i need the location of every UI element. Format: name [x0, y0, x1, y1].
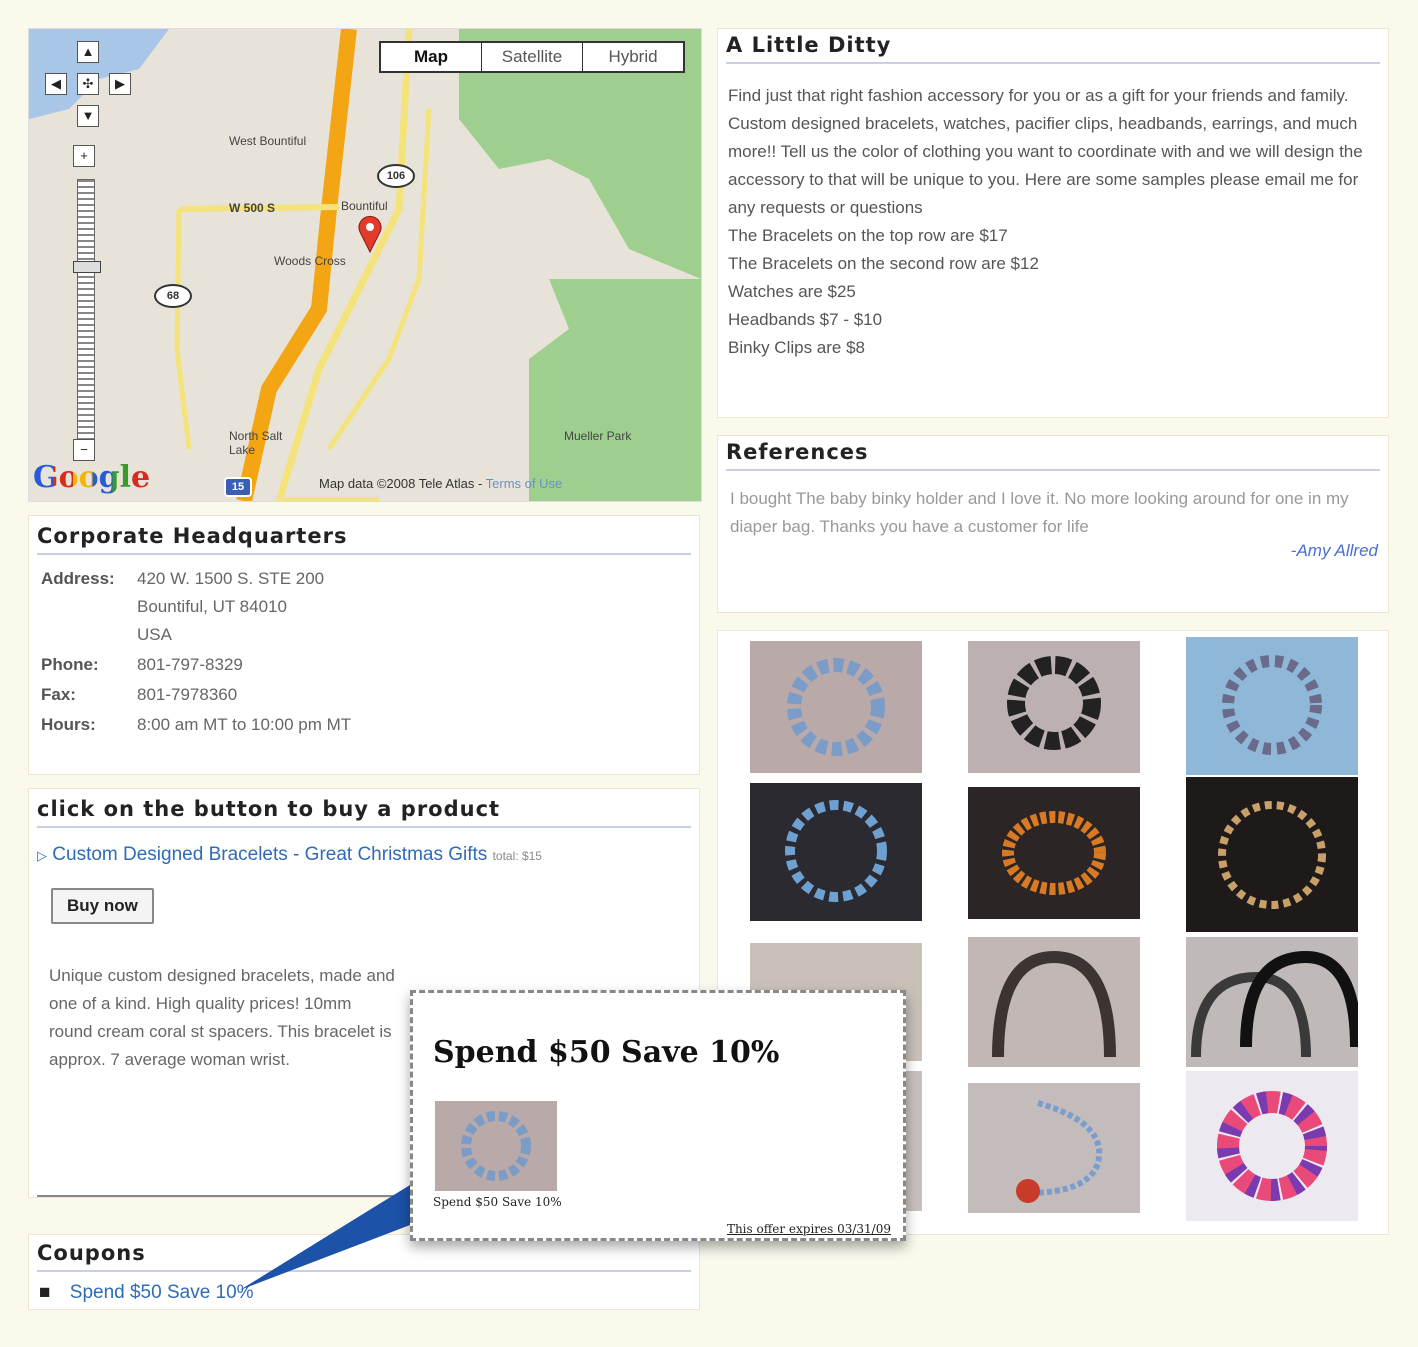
coupon-popup[interactable]: Spend $50 Save 10% Spend $50 Save 10% Th…	[410, 990, 906, 1241]
coupons-title: Coupons	[37, 1241, 691, 1272]
map-label: W 500 S	[229, 201, 276, 215]
location-marker-icon[interactable]	[357, 214, 383, 254]
bracelet-image[interactable]	[1186, 777, 1358, 932]
coupon-list-item: ■ Spend $50 Save 10%	[29, 1272, 699, 1304]
phone-value: 801-797-8329	[137, 655, 243, 674]
price-item: The Bracelets on the top row are $17	[728, 226, 1008, 245]
pan-down-icon[interactable]: ▼	[77, 105, 99, 127]
price-item: Headbands $7 - $10	[728, 310, 883, 329]
map-type-map[interactable]: Map	[381, 43, 481, 71]
product-row: ▷ Custom Designed Bracelets - Great Chri…	[29, 828, 699, 866]
bracelet-image[interactable]	[1186, 637, 1358, 775]
map-type-hybrid[interactable]: Hybrid	[582, 43, 683, 71]
coupons-panel: Coupons ■ Spend $50 Save 10%	[28, 1234, 700, 1310]
interstate-shield: 15	[224, 477, 252, 497]
address-line: 420 W. 1500 S. STE 200	[137, 569, 325, 588]
price-item: The Bracelets on the second row are $12	[728, 254, 1039, 273]
google-logo: Google	[33, 460, 151, 495]
headquarters-title: Corporate Headquarters	[37, 524, 691, 555]
address-line: USA	[137, 625, 172, 644]
hours-row: Hours: 8:00 am MT to 10:00 pm MT	[41, 715, 699, 735]
fax-value: 801-7978360	[137, 685, 238, 704]
pan-left-icon[interactable]: ◀	[45, 73, 67, 95]
ditty-text: Find just that right fashion accessory f…	[728, 86, 1363, 217]
buy-now-button[interactable]: Buy now	[51, 888, 154, 924]
product-link[interactable]: Custom Designed Bracelets - Great Christ…	[52, 844, 487, 865]
map-data-credit: Map data ©2008 Tele Atlas	[319, 476, 475, 491]
map-label: North Salt Lake	[229, 429, 283, 457]
reference-author: -Amy Allred	[1290, 541, 1378, 560]
references-title: References	[726, 440, 1380, 471]
map-type-selector[interactable]: Map Satellite Hybrid	[379, 41, 685, 73]
reference-quote: I bought The baby binky holder and I lov…	[730, 489, 1349, 536]
product-total: total: $15	[492, 849, 542, 863]
address-label: Address:	[41, 569, 115, 588]
location-map[interactable]: Map Satellite Hybrid ▲ ◀ ✣ ▶ ▼ + − West …	[28, 28, 702, 502]
map-label: Mueller Park	[564, 429, 632, 443]
coupon-caption: Spend $50 Save 10%	[433, 1195, 562, 1209]
pan-up-icon[interactable]: ▲	[77, 41, 99, 63]
buy-title: click on the button to buy a product	[37, 797, 691, 828]
coupon-expiry: This offer expires 03/31/09	[726, 1222, 891, 1236]
ditty-title: A Little Ditty	[726, 33, 1380, 64]
ditty-panel: A Little Ditty Find just that right fash…	[717, 28, 1389, 418]
address-line: Bountiful, UT 84010	[137, 597, 287, 616]
address-row: Address: 420 W. 1500 S. STE 200 Bountifu…	[41, 569, 699, 645]
price-item: Binky Clips are $8	[728, 338, 866, 357]
map-attribution: Map data ©2008 Tele Atlas - Terms of Use	[319, 476, 563, 491]
map-label: West Bountiful	[229, 134, 307, 148]
coupon-headline: Spend $50 Save 10%	[433, 1035, 780, 1070]
zoom-slider-handle[interactable]	[73, 261, 101, 273]
phone-row: Phone: 801-797-8329	[41, 655, 699, 675]
coupon-link[interactable]: Spend $50 Save 10%	[70, 1282, 254, 1303]
headband-image[interactable]	[1186, 937, 1358, 1067]
bracelet-image[interactable]	[750, 783, 922, 921]
price-list: The Bracelets on the top row are $17 The…	[718, 222, 1388, 362]
price-item: Watches are $25	[728, 282, 856, 301]
pan-right-icon[interactable]: ▶	[109, 73, 131, 95]
map-type-satellite[interactable]: Satellite	[481, 43, 582, 71]
coupon-image	[435, 1101, 557, 1191]
fax-label: Fax:	[41, 685, 76, 704]
bullet-icon: ■	[39, 1282, 51, 1303]
bracelet-image[interactable]	[750, 641, 922, 773]
binky-clip-image[interactable]	[968, 1083, 1140, 1213]
bracelet-image[interactable]	[968, 641, 1140, 773]
pan-center-icon[interactable]: ✣	[77, 73, 99, 95]
hours-value: 8:00 am MT to 10:00 pm MT	[137, 715, 352, 734]
phone-label: Phone:	[41, 655, 99, 674]
references-panel: References I bought The baby binky holde…	[717, 435, 1389, 613]
zoom-out-icon[interactable]: −	[73, 439, 95, 461]
hours-label: Hours:	[41, 715, 96, 734]
map-label: Bountiful	[341, 199, 388, 213]
zoom-in-icon[interactable]: +	[73, 145, 95, 167]
link-arrow-icon: ▷	[37, 848, 47, 863]
terms-of-use-link[interactable]: Terms of Use	[486, 476, 563, 491]
bracelet-image[interactable]	[1186, 1071, 1358, 1221]
headquarters-panel: Corporate Headquarters Address: 420 W. 1…	[28, 515, 700, 775]
highway-shield: 68	[154, 284, 192, 308]
highway-shield: 106	[377, 164, 415, 188]
headband-image[interactable]	[968, 937, 1140, 1067]
bracelet-image[interactable]	[968, 787, 1140, 919]
map-label: Woods Cross	[274, 254, 346, 268]
zoom-slider[interactable]	[77, 179, 95, 451]
fax-row: Fax: 801-7978360	[41, 685, 699, 705]
